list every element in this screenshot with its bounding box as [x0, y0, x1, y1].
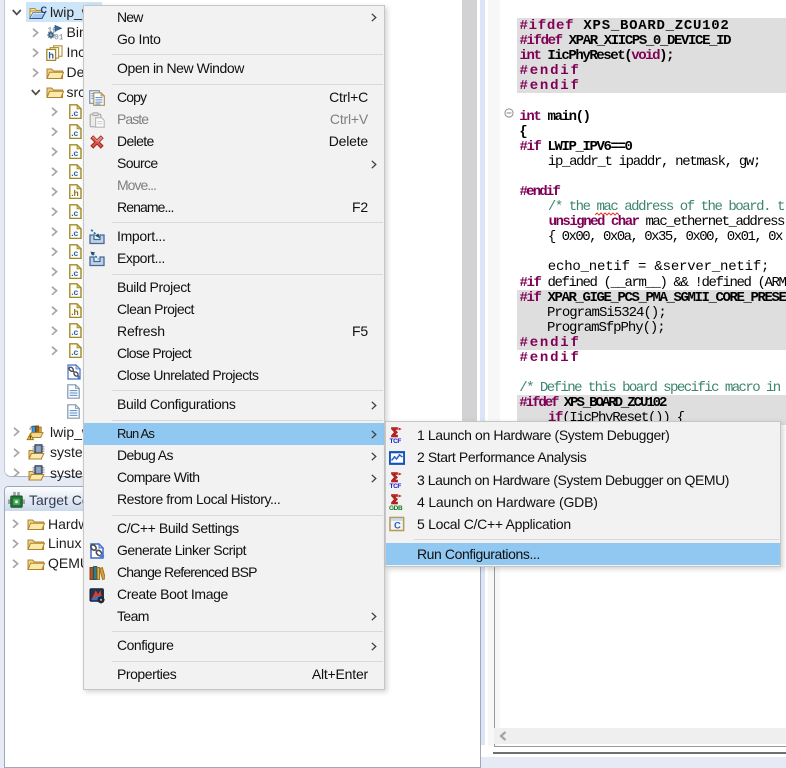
svg-text:TCF: TCF [390, 438, 402, 444]
svg-text:.c: .c [71, 347, 78, 357]
svg-text:GDB: GDB [389, 505, 403, 511]
svg-text:01: 01 [54, 33, 63, 41]
svg-text:.h: .h [71, 307, 79, 317]
svg-text:.c: .c [71, 327, 78, 337]
svg-text:.c: .c [71, 208, 78, 218]
svg-text:C: C [41, 5, 48, 15]
svg-text:.c: .c [71, 148, 78, 158]
svg-text:.c: .c [71, 108, 78, 118]
svg-text:TCF: TCF [390, 483, 402, 489]
svg-text:.c: .c [71, 248, 78, 258]
svg-text:.c: .c [71, 228, 78, 238]
svg-text:.c: .c [71, 128, 78, 138]
svg-text:.h: .h [71, 188, 79, 198]
svg-text:C: C [394, 521, 401, 532]
svg-text:.c: .c [71, 168, 78, 178]
svg-text:.c: .c [71, 268, 78, 278]
svg-text:.c: .c [71, 288, 78, 298]
svg-text:h: h [48, 50, 54, 61]
